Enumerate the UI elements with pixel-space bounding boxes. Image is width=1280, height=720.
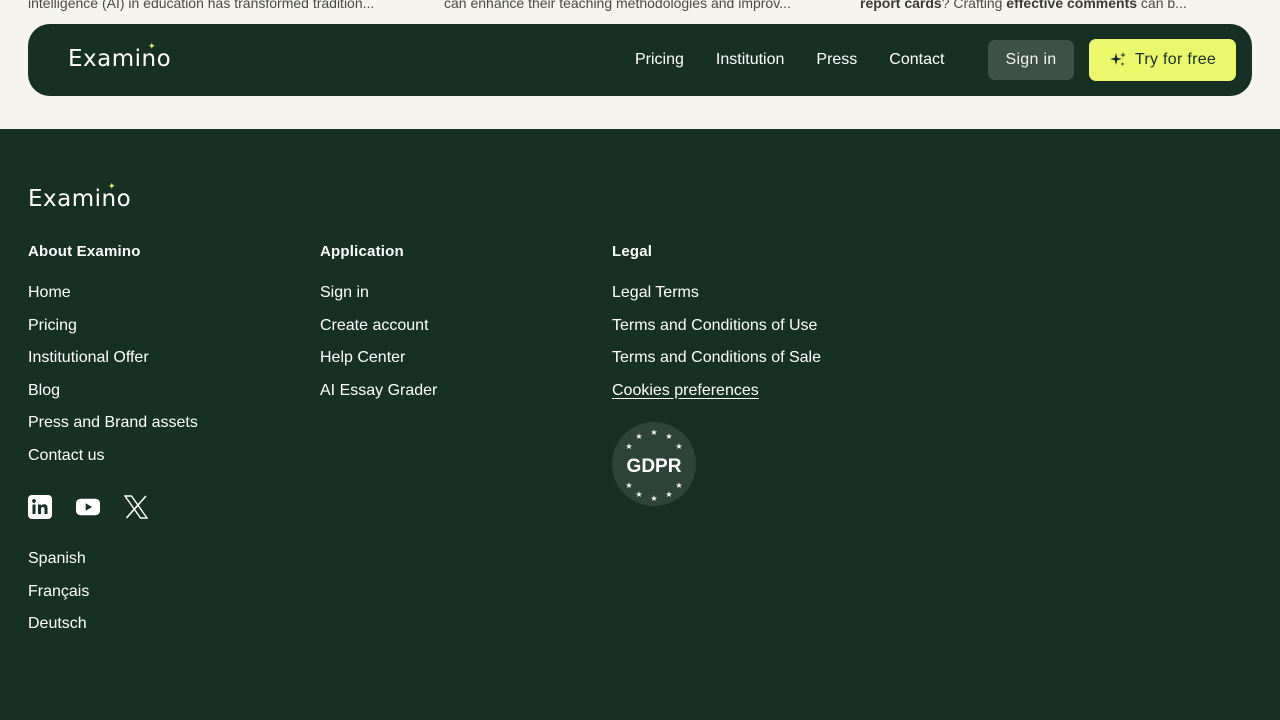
svg-text:★: ★: [650, 494, 657, 503]
language-german[interactable]: Deutsch: [28, 614, 89, 647]
gdpr-stars-icon: ★ ★ ★ ★ ★ ★ ★ ★ ★ ★ GDPR: [625, 428, 682, 503]
sparkle-icon: ✦: [108, 181, 116, 191]
try-for-free-button[interactable]: Try for free: [1089, 39, 1236, 81]
footer-link-contact[interactable]: Contact us: [28, 446, 198, 479]
footer-link-ai-essay-grader[interactable]: AI Essay Grader: [320, 381, 437, 414]
main-nav: Pricing Institution Press Contact: [635, 24, 976, 96]
nav-pricing[interactable]: Pricing: [635, 51, 684, 69]
footer-link-terms-of-sale[interactable]: Terms and Conditions of Sale: [612, 348, 821, 381]
footer-link-blog[interactable]: Blog: [28, 381, 198, 414]
footer-link-create-account[interactable]: Create account: [320, 316, 437, 349]
svg-text:★: ★: [675, 481, 682, 490]
column-title: Legal: [612, 243, 653, 260]
footer-link-institutional-offer[interactable]: Institutional Offer: [28, 348, 198, 381]
nav-institution[interactable]: Institution: [716, 51, 784, 69]
linkedin-icon[interactable]: [28, 494, 52, 520]
x-icon[interactable]: [124, 494, 148, 520]
footer-link-legal-terms[interactable]: Legal Terms: [612, 283, 821, 316]
footer-link-cookies-preferences[interactable]: Cookies preferences: [612, 381, 821, 414]
language-list: Spanish Français Deutsch: [28, 549, 89, 647]
language-french[interactable]: Français: [28, 582, 89, 615]
gdpr-label: GDPR: [627, 456, 682, 477]
footer-link-pricing[interactable]: Pricing: [28, 316, 198, 349]
social-links: [28, 494, 148, 520]
footer-link-home[interactable]: Home: [28, 283, 198, 316]
article-snippet[interactable]: report cards? Crafting effective comment…: [860, 0, 1252, 11]
footer-legal-column: Legal Legal Terms Terms and Conditions o…: [612, 243, 821, 413]
footer-link-help-center[interactable]: Help Center: [320, 348, 437, 381]
footer-logo[interactable]: Examino ✦: [28, 182, 131, 213]
svg-text:★: ★: [635, 432, 642, 441]
language-spanish[interactable]: Spanish: [28, 549, 89, 582]
try-for-free-label: Try for free: [1134, 51, 1217, 68]
svg-text:★: ★: [625, 481, 632, 490]
sparkle-icon: ✦: [148, 41, 156, 51]
youtube-icon[interactable]: [76, 494, 100, 520]
logo[interactable]: Examino ✦: [68, 42, 171, 73]
footer-about-column: About Examino Home Pricing Institutional…: [28, 243, 198, 478]
column-title: Application: [320, 243, 404, 260]
article-snippet[interactable]: intelligence (AI) in education has trans…: [28, 0, 420, 11]
svg-text:★: ★: [665, 432, 672, 441]
page-top-section: intelligence (AI) in education has trans…: [0, 0, 1280, 129]
sign-in-label: Sign in: [1005, 51, 1057, 68]
footer-link-sign-in[interactable]: Sign in: [320, 283, 437, 316]
nav-contact[interactable]: Contact: [889, 51, 944, 69]
column-title: About Examino: [28, 243, 141, 260]
sparkles-icon: [1109, 52, 1126, 66]
svg-text:★: ★: [625, 442, 632, 451]
svg-text:★: ★: [665, 490, 672, 499]
sign-in-button[interactable]: Sign in: [988, 40, 1074, 80]
article-snippet[interactable]: can enhance their teaching methodologies…: [444, 0, 836, 11]
gdpr-badge: ★ ★ ★ ★ ★ ★ ★ ★ ★ ★ GDPR: [612, 422, 696, 506]
footer-link-terms-of-use[interactable]: Terms and Conditions of Use: [612, 316, 821, 349]
svg-text:★: ★: [650, 428, 657, 437]
svg-text:★: ★: [635, 490, 642, 499]
nav-press[interactable]: Press: [816, 51, 857, 69]
footer-link-press-brand[interactable]: Press and Brand assets: [28, 413, 198, 446]
top-navbar: Examino ✦ Pricing Institution Press Cont…: [28, 24, 1252, 96]
footer-application-column: Application Sign in Create account Help …: [320, 243, 437, 413]
svg-text:★: ★: [675, 442, 682, 451]
